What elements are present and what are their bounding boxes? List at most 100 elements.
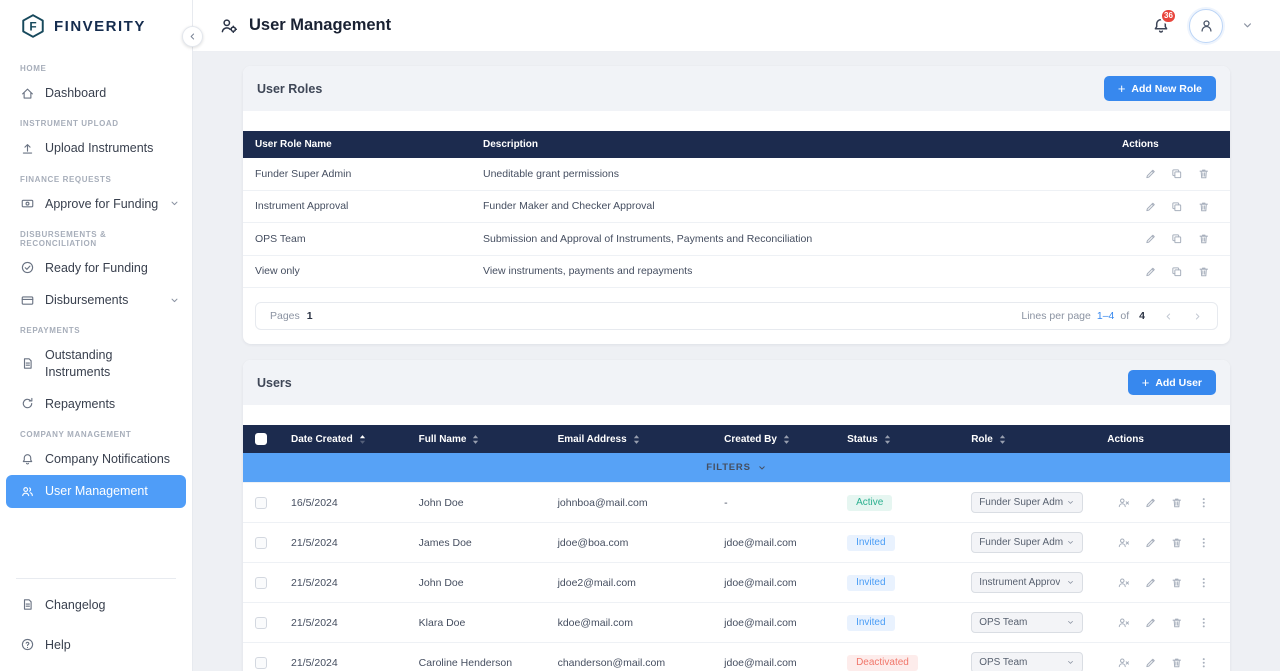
delete-icon[interactable] xyxy=(1170,496,1184,510)
delete-icon[interactable] xyxy=(1197,265,1211,279)
section-label-company-management: COMPANY MANAGEMENT xyxy=(0,420,192,443)
sidebar-collapse-button[interactable] xyxy=(182,26,203,47)
sidebar: F FINVERITY HOME Dashboard INSTRUMENT UP… xyxy=(0,0,193,671)
account-menu-button[interactable] xyxy=(1241,19,1254,32)
deactivate-user-icon[interactable] xyxy=(1117,656,1131,670)
delete-icon[interactable] xyxy=(1170,536,1184,550)
select-all-checkbox[interactable] xyxy=(255,433,267,445)
cell-date-created: 21/5/2024 xyxy=(279,523,407,563)
delete-icon[interactable] xyxy=(1170,656,1184,670)
chevron-down-icon xyxy=(1066,498,1075,507)
sidebar-item-ready-for-funding[interactable]: Ready for Funding xyxy=(0,252,192,284)
sidebar-nav: HOME Dashboard INSTRUMENT UPLOAD Upload … xyxy=(0,52,192,572)
section-label-instrument-upload: INSTRUMENT UPLOAD xyxy=(0,109,192,132)
delete-icon[interactable] xyxy=(1197,232,1211,246)
delete-icon[interactable] xyxy=(1170,576,1184,590)
copy-icon[interactable] xyxy=(1170,200,1184,214)
deactivate-user-icon[interactable] xyxy=(1117,496,1131,510)
sidebar-item-help[interactable]: Help xyxy=(0,629,192,661)
column-header-email[interactable]: Email Address xyxy=(546,425,713,453)
main: User Management 36 User Roles xyxy=(193,0,1280,671)
row-checkbox[interactable] xyxy=(255,657,267,669)
delete-icon[interactable] xyxy=(1197,167,1211,181)
cell-email: jdoe2@mail.com xyxy=(546,563,713,603)
more-options-icon[interactable] xyxy=(1197,616,1211,630)
sidebar-item-changelog[interactable]: Changelog xyxy=(0,589,192,621)
edit-icon[interactable] xyxy=(1144,167,1158,181)
cell-role-name: OPS Team xyxy=(243,223,471,256)
cell-description: Submission and Approval of Instruments, … xyxy=(471,223,1110,256)
copy-icon[interactable] xyxy=(1170,167,1184,181)
sidebar-item-label: User Management xyxy=(45,483,174,499)
table-row: 21/5/2024 John Doe jdoe2@mail.com jdoe@m… xyxy=(243,563,1230,603)
column-header-created-by[interactable]: Created By xyxy=(712,425,835,453)
copy-icon[interactable] xyxy=(1170,265,1184,279)
cell-description: Funder Maker and Checker Approval xyxy=(471,190,1110,223)
filters-label: FILTERS xyxy=(706,462,750,473)
next-page-button[interactable] xyxy=(1192,311,1203,322)
chevron-right-icon xyxy=(1192,311,1203,322)
edit-icon[interactable] xyxy=(1144,265,1158,279)
delete-icon[interactable] xyxy=(1170,616,1184,630)
edit-icon[interactable] xyxy=(1144,656,1158,670)
deactivate-user-icon[interactable] xyxy=(1117,616,1131,630)
add-new-role-button[interactable]: + Add New Role xyxy=(1104,76,1216,101)
row-checkbox[interactable] xyxy=(255,497,267,509)
edit-icon[interactable] xyxy=(1144,232,1158,246)
avatar[interactable] xyxy=(1189,9,1223,43)
sidebar-item-upload-instruments[interactable]: Upload Instruments xyxy=(0,132,192,164)
sidebar-item-company-notifications[interactable]: Company Notifications xyxy=(0,443,192,475)
sidebar-item-dashboard[interactable]: Dashboard xyxy=(0,77,192,109)
role-select[interactable]: OPS Team xyxy=(971,652,1083,671)
copy-icon[interactable] xyxy=(1170,232,1184,246)
filters-toggle[interactable]: FILTERS xyxy=(706,462,766,473)
sort-icon xyxy=(472,434,479,445)
row-checkbox[interactable] xyxy=(255,617,267,629)
sidebar-item-disbursements[interactable]: Disbursements xyxy=(0,284,192,316)
help-icon xyxy=(20,637,35,652)
sidebar-item-label: Repayments xyxy=(45,396,180,412)
sidebar-item-approve-for-funding[interactable]: Approve for Funding xyxy=(0,188,192,220)
edit-icon[interactable] xyxy=(1144,576,1158,590)
sidebar-item-outstanding-instruments[interactable]: Outstanding Instruments xyxy=(0,339,192,388)
column-header-role-name: User Role Name xyxy=(243,131,471,158)
column-header-status[interactable]: Status xyxy=(835,425,959,453)
edit-icon[interactable] xyxy=(1144,616,1158,630)
deactivate-user-icon[interactable] xyxy=(1117,576,1131,590)
table-row: 21/5/2024 Caroline Henderson chanderson@… xyxy=(243,643,1230,671)
more-options-icon[interactable] xyxy=(1197,536,1211,550)
column-header-role[interactable]: Role xyxy=(959,425,1095,453)
role-select[interactable]: Instrument Approv xyxy=(971,572,1083,593)
column-header-date-created[interactable]: Date Created xyxy=(279,425,407,453)
role-select[interactable]: Funder Super Adm xyxy=(971,492,1083,513)
cell-email: chanderson@mail.com xyxy=(546,643,713,671)
edit-icon[interactable] xyxy=(1144,496,1158,510)
status-badge: Invited xyxy=(847,535,894,551)
role-select[interactable]: Funder Super Adm xyxy=(971,532,1083,553)
column-header-description: Description xyxy=(471,131,1110,158)
more-options-icon[interactable] xyxy=(1197,576,1211,590)
sidebar-item-repayments[interactable]: Repayments xyxy=(0,388,192,420)
edit-icon[interactable] xyxy=(1144,536,1158,550)
row-checkbox[interactable] xyxy=(255,537,267,549)
cell-email: kdoe@mail.com xyxy=(546,603,713,643)
cell-created-by: - xyxy=(712,483,835,523)
column-header-full-name[interactable]: Full Name xyxy=(407,425,546,453)
more-options-icon[interactable] xyxy=(1197,496,1211,510)
prev-page-button[interactable] xyxy=(1163,311,1174,322)
plus-icon: + xyxy=(1142,376,1150,389)
deactivate-user-icon[interactable] xyxy=(1117,536,1131,550)
edit-icon[interactable] xyxy=(1144,200,1158,214)
add-user-button[interactable]: + Add User xyxy=(1128,370,1216,395)
table-row: View only View instruments, payments and… xyxy=(243,255,1230,288)
row-checkbox[interactable] xyxy=(255,577,267,589)
delete-icon[interactable] xyxy=(1197,200,1211,214)
topbar: User Management 36 xyxy=(193,0,1280,52)
more-options-icon[interactable] xyxy=(1197,656,1211,670)
sidebar-item-user-management[interactable]: User Management xyxy=(6,475,186,507)
chevron-down-icon xyxy=(1241,19,1254,32)
role-select[interactable]: OPS Team xyxy=(971,612,1083,633)
notifications-button[interactable]: 36 xyxy=(1151,16,1171,36)
card-title: User Roles xyxy=(257,82,322,96)
user-roles-table: User Role Name Description Actions Funde… xyxy=(243,131,1230,288)
